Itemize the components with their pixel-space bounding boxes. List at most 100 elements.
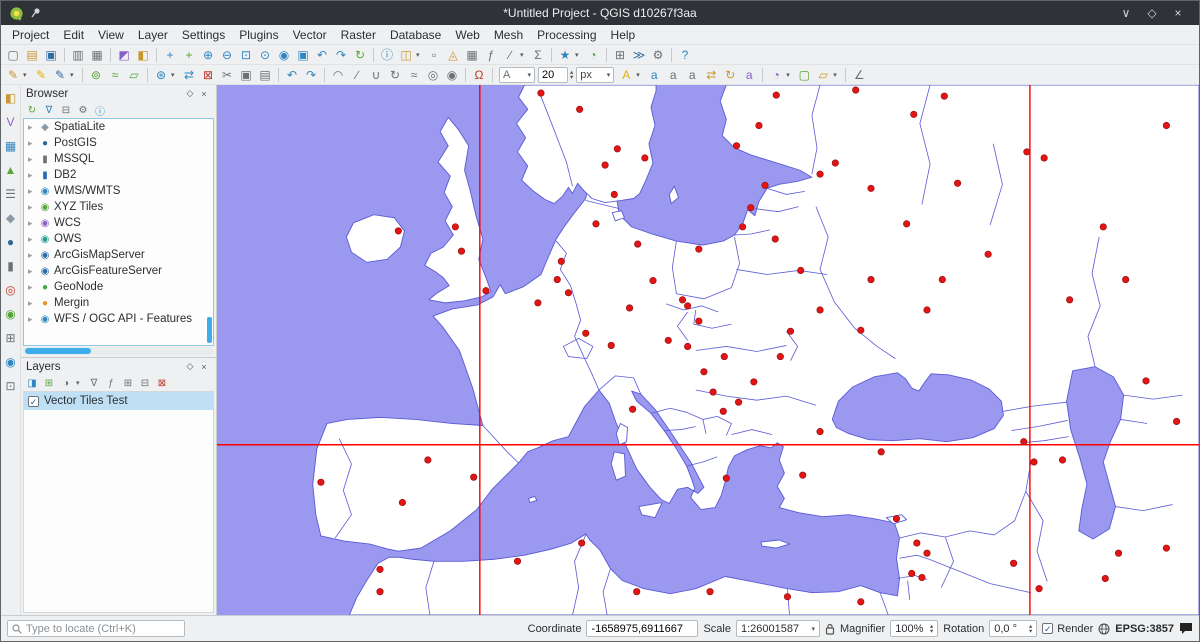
snapping-options-icon[interactable]: Ω: [470, 66, 488, 84]
chevron-down-icon[interactable]: ▾: [23, 71, 31, 79]
expander-icon[interactable]: ▸: [28, 218, 36, 229]
shade-button[interactable]: ∨: [1113, 6, 1139, 20]
browser-item-mssql[interactable]: ▸▮MSSQL: [24, 151, 213, 167]
move-feature-icon[interactable]: ⇄: [180, 66, 198, 84]
browser-refresh-icon[interactable]: ↻: [25, 103, 39, 117]
expander-icon[interactable]: ▸: [28, 170, 36, 181]
browser-item-geonode[interactable]: ▸●GeoNode: [24, 279, 213, 295]
expander-icon[interactable]: ▸: [28, 122, 36, 133]
chevron-down-icon[interactable]: ▾: [833, 71, 841, 79]
expander-icon[interactable]: ▸: [28, 202, 36, 213]
pan-to-selection-icon[interactable]: +: [180, 46, 198, 64]
current-edits-icon[interactable]: ✎: [4, 66, 22, 84]
float-panel-button[interactable]: ◇: [183, 361, 197, 372]
render-checkbox[interactable]: ✓ Render: [1042, 623, 1093, 635]
scrollbar-handle[interactable]: [25, 348, 91, 354]
chevron-down-icon[interactable]: ▾: [786, 71, 794, 79]
show-hidden-labels-icon[interactable]: a: [683, 66, 701, 84]
magnifier-spinbox[interactable]: 100% ▴▾: [890, 620, 938, 637]
open-layer-styling-icon[interactable]: ◨: [25, 376, 39, 390]
menu-project[interactable]: Project: [5, 26, 56, 44]
menu-layer[interactable]: Layer: [131, 26, 175, 44]
new-project-icon[interactable]: ▢: [4, 46, 22, 64]
menu-processing[interactable]: Processing: [530, 26, 603, 44]
chevron-down-icon[interactable]: ▾: [575, 51, 583, 59]
open-data-source-manager-icon[interactable]: ◧: [2, 89, 20, 107]
add-spatialite-layer-icon[interactable]: ◆: [2, 209, 20, 227]
browser-horizontal-scrollbar[interactable]: [23, 347, 214, 355]
browser-item-db2[interactable]: ▸▮DB2: [24, 167, 213, 183]
expand-all-icon[interactable]: ⊞: [121, 376, 135, 390]
add-ring-icon[interactable]: ◎: [424, 66, 442, 84]
highlight-pinned-labels-icon[interactable]: a: [645, 66, 663, 84]
coordinate-input[interactable]: [586, 620, 698, 637]
menu-settings[interactable]: Settings: [175, 26, 232, 44]
add-raster-layer-icon[interactable]: ▦: [2, 137, 20, 155]
collapse-all-icon[interactable]: ⊟: [138, 376, 152, 390]
close-panel-button[interactable]: ×: [197, 89, 211, 99]
browser-item-arcgisfeatureserver[interactable]: ▸◉ArcGisFeatureServer: [24, 263, 213, 279]
manage-map-themes-icon[interactable]: ◑: [59, 376, 73, 390]
expander-icon[interactable]: ▸: [28, 234, 36, 245]
browser-item-postgis[interactable]: ▸●PostGIS: [24, 135, 213, 151]
menu-view[interactable]: View: [91, 26, 131, 44]
rotation-spinner[interactable]: ▴▾: [1029, 624, 1032, 634]
add-delimited-text-layer-icon[interactable]: ☰: [2, 185, 20, 203]
layer-checkbox[interactable]: ✓: [28, 396, 39, 407]
locate-input[interactable]: [26, 623, 180, 635]
rotation-spinbox[interactable]: 0,0 ° ▴▾: [989, 620, 1037, 637]
expander-icon[interactable]: ▸: [28, 266, 36, 277]
add-wfs-layer-icon[interactable]: ◉: [2, 353, 20, 371]
field-calculator-icon[interactable]: ƒ: [482, 46, 500, 64]
font-size-spinner[interactable]: ▴▾: [570, 70, 573, 80]
delete-selected-icon[interactable]: ⊠: [199, 66, 217, 84]
chevron-down-icon[interactable]: ▾: [636, 71, 644, 79]
help-contents-icon[interactable]: ?: [676, 46, 694, 64]
new-print-layout-icon[interactable]: ▥: [69, 46, 87, 64]
remove-layer-icon[interactable]: ⊠: [155, 376, 169, 390]
zoom-last-icon[interactable]: ↶: [313, 46, 331, 64]
statistics-icon[interactable]: Σ: [529, 46, 547, 64]
move-label-icon[interactable]: ⇄: [702, 66, 720, 84]
temporal-controller-icon[interactable]: ◔: [584, 46, 602, 64]
fill-ring-icon[interactable]: ◉: [443, 66, 461, 84]
browser-item-ows[interactable]: ▸◉OWS: [24, 231, 213, 247]
open-project-icon[interactable]: ▤: [23, 46, 41, 64]
pan-map-icon[interactable]: +: [161, 46, 179, 64]
merge-features-icon[interactable]: ∪: [367, 66, 385, 84]
reshape-features-icon[interactable]: ◠: [329, 66, 347, 84]
zoom-full-icon[interactable]: ⊡: [237, 46, 255, 64]
style-manager-icon[interactable]: ◩: [115, 46, 133, 64]
chevron-down-icon[interactable]: ▾: [811, 625, 815, 633]
undo-icon[interactable]: ↶: [283, 66, 301, 84]
close-panel-button[interactable]: ×: [197, 362, 211, 372]
python-console-icon[interactable]: ≫: [630, 46, 648, 64]
menu-database[interactable]: Database: [383, 26, 448, 44]
paste-features-icon[interactable]: ▤: [256, 66, 274, 84]
zoom-in-icon[interactable]: ⊕: [199, 46, 217, 64]
open-attribute-table-icon[interactable]: ▦: [463, 46, 481, 64]
scale-combo[interactable]: 1:26001587 ▾: [736, 620, 820, 637]
measure-angle-icon[interactable]: ∠: [850, 66, 868, 84]
rotate-feature-icon[interactable]: ↻: [386, 66, 404, 84]
zoom-out-icon[interactable]: ⊖: [218, 46, 236, 64]
expander-icon[interactable]: ▸: [28, 186, 36, 197]
menu-edit[interactable]: Edit: [56, 26, 91, 44]
magnifier-spinner[interactable]: ▴▾: [930, 624, 933, 634]
expander-icon[interactable]: ▸: [28, 138, 36, 149]
expander-icon[interactable]: ▸: [28, 250, 36, 261]
change-label-icon[interactable]: a: [740, 66, 758, 84]
add-mesh-layer-icon[interactable]: ▲: [2, 161, 20, 179]
chevron-down-icon[interactable]: ▾: [416, 51, 424, 59]
new-map-view-icon[interactable]: ⊞: [611, 46, 629, 64]
chevron-down-icon[interactable]: ▾: [70, 71, 78, 79]
chevron-down-icon[interactable]: ▾: [607, 71, 611, 79]
text-format-combo[interactable]: A ▾: [499, 67, 535, 83]
messages-icon[interactable]: [1179, 622, 1193, 635]
menu-help[interactable]: Help: [604, 26, 643, 44]
locate-search[interactable]: [7, 620, 185, 637]
copy-features-icon[interactable]: ▣: [237, 66, 255, 84]
new-bookmark-icon[interactable]: ★: [556, 46, 574, 64]
filter-by-expression-icon[interactable]: ƒ: [104, 376, 118, 390]
save-project-icon[interactable]: ▣: [42, 46, 60, 64]
